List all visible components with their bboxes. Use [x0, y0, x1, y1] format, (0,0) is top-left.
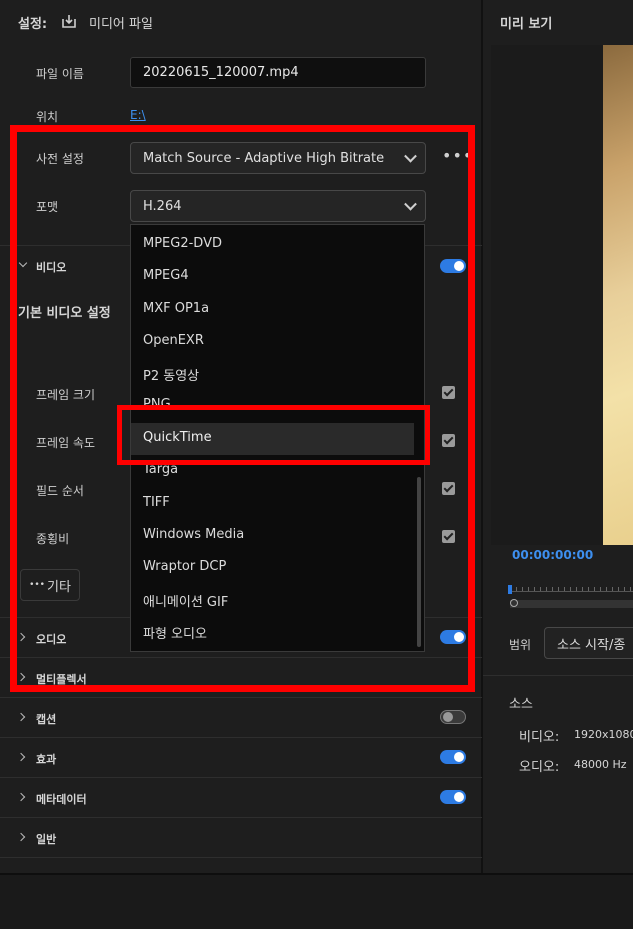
format-label: 포맷 [36, 200, 59, 214]
frame-rate-checkbox[interactable] [442, 434, 455, 447]
video-section-label[interactable]: 비디오 [36, 259, 66, 275]
range-select[interactable]: 소스 시작/종 [544, 627, 633, 659]
aspect-checkbox[interactable] [442, 530, 455, 543]
metadata-section-label[interactable]: 메타데이터 [36, 791, 87, 807]
source-video-value: 1920x1080 [574, 728, 633, 741]
divider [0, 697, 482, 698]
preset-select[interactable]: Match Source - Adaptive High Bitrate [130, 142, 426, 174]
preview-letterbox [491, 45, 603, 545]
timecode[interactable]: 00:00:00:00 [512, 548, 593, 562]
dropdown-item[interactable]: PNG [143, 397, 171, 412]
export-icon[interactable] [61, 13, 77, 29]
metadata-toggle[interactable] [440, 790, 466, 804]
dropdown-item[interactable]: Targa [143, 462, 178, 477]
dropdown-item[interactable]: Windows Media [143, 527, 244, 542]
divider [0, 777, 482, 778]
timeline-track[interactable] [510, 600, 633, 608]
more-icon[interactable]: ••• [442, 148, 473, 164]
captions-toggle[interactable] [440, 710, 466, 724]
media-file-label: 미디어 파일 [89, 17, 153, 32]
range-start-handle[interactable] [510, 599, 518, 607]
basic-video-settings-title: 기본 비디오 설정 [18, 306, 111, 321]
format-dropdown-list[interactable]: MPEG2-DVD MPEG4 MXF OP1a OpenEXR P2 동영상 … [130, 224, 425, 652]
dropdown-item[interactable]: TIFF [143, 495, 170, 510]
location-label: 위치 [36, 110, 59, 124]
location-link[interactable]: E:\ [130, 108, 146, 122]
preview-title: 미리 보기 [500, 17, 553, 32]
dropdown-item[interactable]: OpenEXR [143, 333, 204, 348]
audio-section-label[interactable]: 오디오 [36, 631, 66, 647]
field-order-label: 필드 순서 [36, 484, 84, 498]
settings-title: 설정: [18, 17, 48, 32]
dropdown-scrollbar[interactable] [417, 477, 421, 647]
aspect-label: 종횡비 [36, 532, 70, 546]
frame-rate-label: 프레임 속도 [36, 436, 96, 450]
audio-toggle[interactable] [440, 630, 466, 644]
ellipsis-icon: ••• [29, 580, 45, 590]
preset-label: 사전 설정 [36, 152, 84, 166]
frame-size-checkbox[interactable] [442, 386, 455, 399]
divider [0, 737, 482, 738]
range-label: 범위 [509, 638, 532, 652]
format-select[interactable]: H.264 [130, 190, 426, 222]
video-toggle[interactable] [440, 259, 466, 273]
effects-toggle[interactable] [440, 750, 466, 764]
dropdown-item[interactable]: MXF OP1a [143, 301, 209, 316]
dropdown-item-highlighted[interactable]: QuickTime [143, 430, 212, 445]
dropdown-item[interactable]: P2 동영상 [143, 365, 199, 384]
source-video-label: 비디오: [519, 730, 560, 745]
chevron-down-icon [404, 197, 417, 211]
timeline-ticks [510, 587, 633, 591]
dropdown-item[interactable]: MPEG2-DVD [143, 236, 222, 251]
more-settings-button[interactable]: ••• 기타 [20, 569, 80, 601]
timeline-ruler[interactable] [510, 591, 633, 592]
preset-value: Match Source - Adaptive High Bitrate [143, 150, 385, 166]
bottom-bar [0, 873, 633, 929]
dropdown-item[interactable]: 애니메이션 GIF [143, 591, 228, 610]
chevron-down-icon [404, 149, 417, 163]
captions-section-label[interactable]: 캡션 [36, 711, 56, 727]
divider [0, 817, 482, 818]
dropdown-item[interactable]: Wraptor DCP [143, 559, 226, 574]
dropdown-item[interactable]: MPEG4 [143, 268, 189, 283]
divider [483, 675, 633, 676]
playhead[interactable] [508, 585, 512, 594]
filename-input[interactable]: 20220615_120007.mp4 [130, 57, 426, 88]
divider [0, 857, 482, 858]
divider [0, 657, 482, 658]
format-value: H.264 [143, 198, 182, 214]
more-settings-label: 기타 [47, 579, 71, 595]
multiplexer-section-label[interactable]: 멀티플렉서 [36, 671, 87, 687]
general-section-label[interactable]: 일반 [36, 831, 56, 847]
effects-section-label[interactable]: 효과 [36, 751, 56, 767]
frame-size-label: 프레임 크기 [36, 388, 96, 402]
field-order-checkbox[interactable] [442, 482, 455, 495]
filename-label: 파일 이름 [36, 67, 84, 81]
source-audio-label: 오디오: [519, 760, 560, 775]
preview-image [603, 45, 633, 545]
dropdown-item[interactable]: 파형 오디오 [143, 623, 207, 642]
source-title: 소스 [509, 697, 533, 712]
source-audio-value: 48000 Hz [574, 758, 627, 771]
